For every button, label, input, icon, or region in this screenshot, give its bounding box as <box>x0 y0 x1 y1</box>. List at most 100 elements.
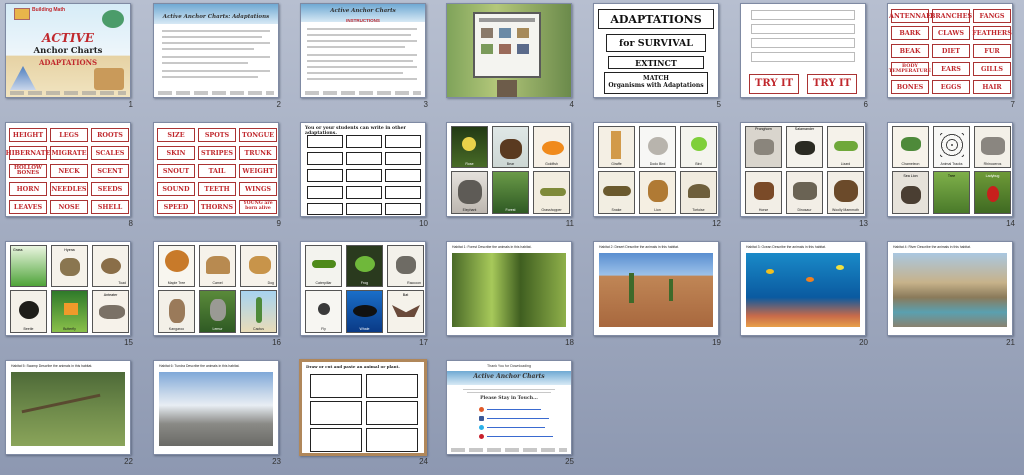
photo-label: Ladybug <box>985 174 1000 178</box>
word-card: SCALES <box>91 146 129 160</box>
slide-number-19: 19 <box>712 338 721 347</box>
lemur-photo: Lemur <box>199 290 236 333</box>
word-card: SKIN <box>157 146 195 160</box>
bear-photo: Bear <box>492 126 529 168</box>
slide-thumbnail-15[interactable]: Grass Hyena Toad Beetle Butterfly Anteat… <box>5 241 131 336</box>
product-title: Active Anchor Charts <box>473 373 545 380</box>
title-match: MATCH Organisms with Adaptations <box>604 72 708 94</box>
slide-title: Active Anchor Charts <box>330 8 396 14</box>
question-text: Describe the animals in this habitat. <box>625 245 679 249</box>
question-text: Describe the animals in this habitat. <box>478 245 532 249</box>
try-it-card-right: TRY IT <box>807 74 857 94</box>
slide-number-25: 25 <box>565 457 574 466</box>
slide-thumbnail-25[interactable]: Thank You for Downloading Active Anchor … <box>446 360 572 455</box>
slide-title-line3: ADAPTATIONS <box>38 58 98 67</box>
slide-thumbnail-18[interactable]: Habitat 1: Forest Describe the animals i… <box>446 241 572 336</box>
slide-thumbnail-4[interactable] <box>446 3 572 98</box>
word-card: ANTENNAE <box>889 9 931 23</box>
forest-photo: Forest <box>492 171 529 214</box>
slide-number-7: 7 <box>1010 100 1015 109</box>
facebook-icon <box>479 416 484 421</box>
match-subtitle: Organisms with Adaptations <box>608 82 704 90</box>
elephant-photo: Elephant <box>451 171 488 214</box>
photo-label: Anteater <box>103 293 118 297</box>
bat-photo: Bat <box>387 290 424 333</box>
caterpillar-photo: Caterpillar <box>305 245 342 287</box>
photo-label: Maple Tree <box>167 281 186 285</box>
word-card: HORN <box>9 182 47 196</box>
footer-text <box>158 91 274 95</box>
title-extinct: EXTINCT <box>608 56 704 69</box>
slide-number-4: 4 <box>569 100 574 109</box>
slide-thumbnail-3[interactable]: Active Anchor Charts INSTRUCTIONS <box>300 3 426 98</box>
habitat-question: Habitat 3: Ocean Describe the animals in… <box>746 245 860 249</box>
anchor-chart-photo <box>473 12 541 78</box>
word-card: DIET <box>932 44 970 58</box>
photo-label: Forest <box>505 208 516 212</box>
habitat-label: Habitat 5: Swamp <box>11 364 38 368</box>
lion-photo: Lion <box>639 171 676 214</box>
word-card: LEGS <box>50 128 88 142</box>
word-card: NEEDLES <box>50 182 88 196</box>
slide-thumbnail-1[interactable]: Building Math ACTIVE Anchor Charts ADAPT… <box>5 3 131 98</box>
slide-title-line2: Anchor Charts <box>33 46 103 56</box>
photo-label: Fly <box>321 327 326 331</box>
slide-thumbnail-17[interactable]: Caterpillar Frog Raccoon Fly Whale Bat <box>300 241 426 336</box>
word-card: HAIR <box>973 80 1011 94</box>
word-card: SNOUT <box>157 164 195 178</box>
slide-thumbnail-7[interactable]: ANTENNAE BRANCHES FANGS BARK CLAWS FEATH… <box>887 3 1013 98</box>
slide-number-2: 2 <box>276 100 281 109</box>
word-card: THORNS <box>198 200 236 214</box>
slide-thumbnail-2[interactable]: Active Anchor Charts: Adaptations <box>153 3 279 98</box>
slide-thumbnail-5[interactable]: ADAPTATIONS for SURVIVAL EXTINCT MATCH Or… <box>593 3 719 98</box>
photo-label: Kangaroo <box>168 327 185 331</box>
starfish-icon <box>94 68 124 90</box>
match-label: MATCH <box>643 75 669 82</box>
slide-thumbnail-19[interactable]: Habitat 2: Desert Describe the animals i… <box>593 241 719 336</box>
slide-thumbnail-23[interactable]: Habitat 6: Tundra Describe the animals i… <box>153 360 279 455</box>
slide-thumbnail-14[interactable]: Chameleon Animal Tracks Rhinoceros Sea L… <box>887 122 1013 217</box>
slide-number-24: 24 <box>419 457 428 466</box>
slide-number-20: 20 <box>859 338 868 347</box>
tortoise-photo: Tortoise <box>680 171 717 214</box>
word-card: TONGUE <box>239 128 277 142</box>
photo-label: Animal Tracks <box>940 162 963 166</box>
raccoon-photo: Raccoon <box>387 245 424 287</box>
slide-number-13: 13 <box>859 219 868 228</box>
word-card: STRIPES <box>198 146 236 160</box>
swamp-photo <box>11 372 125 446</box>
slide-thumbnail-9[interactable]: SIZE SPOTS TONGUE SKIN STRIPES TRUNK SNO… <box>153 122 279 217</box>
slide-title-line1: ACTIVE <box>42 31 94 45</box>
slide-thumbnail-10[interactable]: You or your students can write in other … <box>300 122 426 217</box>
photo-label: Toad <box>118 281 126 285</box>
word-card: NECK <box>50 164 88 178</box>
question-text: Describe the animals in this habitat. <box>772 245 826 249</box>
snake-photo: Snake <box>598 171 635 214</box>
photo-label: Dodo Bird <box>649 162 666 166</box>
rose-photo: Rose <box>451 126 488 168</box>
slide-thumbnail-24[interactable]: Draw or cut and paste an animal or plant… <box>299 359 427 456</box>
word-card: BRANCHES <box>930 9 972 23</box>
slide-thumbnail-6[interactable]: TRY IT TRY IT <box>740 3 866 98</box>
slide-thumbnail-12[interactable]: Giraffe Dodo Bird Bird Snake Lion Tortoi… <box>593 122 719 217</box>
thank-you-text: Thank You for Downloading <box>487 364 531 368</box>
slide-thumbnail-16[interactable]: Maple Tree Camel Dog Kangaroo Lemur Cact… <box>153 241 279 336</box>
slide-thumbnail-20[interactable]: Habitat 3: Ocean Describe the animals in… <box>740 241 866 336</box>
beetle-photo: Beetle <box>10 290 47 333</box>
photo-label: Bird <box>695 162 702 166</box>
word-card: TRUNK <box>239 146 277 160</box>
slide-thumbnail-22[interactable]: Habitat 5: Swamp Describe the animals in… <box>5 360 131 455</box>
word-card: WEIGHT <box>239 164 277 178</box>
slide-thumbnail-11[interactable]: Rose Bear Goldfish Elephant Forest Grass… <box>446 122 572 217</box>
photo-label: Salamander <box>794 127 815 131</box>
word-card: SCENT <box>91 164 129 178</box>
photo-label: Butterfly <box>63 327 76 331</box>
slide-thumbnail-21[interactable]: Habitat 4: River Describe the animals in… <box>887 241 1013 336</box>
slide-thumbnail-13[interactable]: Pronghorn Salamander Lizard Horse Dinosa… <box>740 122 866 217</box>
photo-label: Lemur <box>212 327 223 331</box>
slide-thumbnail-8[interactable]: HEIGHT LEGS ROOTS HIBERNATE MIGRATE SCAL… <box>5 122 131 217</box>
slide-number-17: 17 <box>419 338 428 347</box>
rhinoceros-photo: Rhinoceros <box>974 126 1011 168</box>
photo-label: Tortoise <box>692 208 705 212</box>
question-text: Describe the animals in this habitat. <box>38 364 93 368</box>
